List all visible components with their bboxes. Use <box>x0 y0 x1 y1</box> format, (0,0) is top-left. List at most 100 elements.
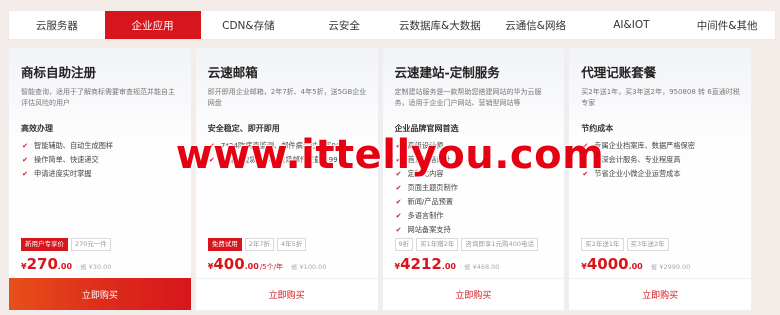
card-title: 代理记账套餐 <box>581 65 657 80</box>
price-value: 400 <box>213 255 245 273</box>
promo-badges: 买2年送1年 买3年送2年 <box>581 238 669 251</box>
price: ¥ 4000 .00 省 ¥2999.00 <box>581 255 690 273</box>
feature-text: 智能辅助、自动生成图样 <box>34 141 114 150</box>
product-card-bookkeeping: 代理记账套餐 买2年送1年，买3年送2年，950808 转 6直通时税专家 节约… <box>568 47 752 311</box>
card-section-title: 企业品牌官网首选 <box>394 124 459 133</box>
product-card-trademark: 商标自助注册 智能查询，适用于了解商标需要审查规范并能自主评估风险的用户 高效办… <box>8 47 192 311</box>
price: ¥ 400 .00 /5个/年 省 ¥100.00 <box>208 255 327 273</box>
promo-badge: 免费试用 <box>207 238 242 251</box>
tab-cloud-server[interactable]: 云服务器 <box>9 11 105 39</box>
price-decimal: .00 <box>628 262 643 271</box>
feature-text: 7*24防病毒监测、邮件病毒过滤率99% <box>220 141 348 150</box>
tab-cdn-storage[interactable]: CDN&存储 <box>201 11 297 39</box>
promo-badge: 咨询即享1元购400电话 <box>461 238 538 251</box>
feature-text: 定制化内容 <box>407 169 444 178</box>
feature-item: ✔ 新闻/产品预置 <box>395 195 555 209</box>
tab-enterprise-apps[interactable]: 企业应用 <box>104 11 201 39</box>
price-saving: 省 ¥468.00 <box>464 263 500 271</box>
check-icon: ✔ <box>208 156 215 164</box>
promo-badges: 免费试用 2年7折 4年5折 <box>207 238 307 251</box>
check-icon: ✔ <box>395 226 402 234</box>
promo-badge: 买3年送2年 <box>626 238 669 251</box>
card-desc: 即开即用企业邮箱，2年7折、4年5折，送5GB企业网盘 <box>207 88 367 107</box>
feature-text: 页面主题页制作 <box>407 183 458 192</box>
feature-text: 操作简单、快速递交 <box>34 155 99 164</box>
feature-item: ✔ 节省企业小微企业运营成本 <box>581 167 741 181</box>
check-icon: ✔ <box>395 142 402 150</box>
feature-item: ✔ 网站备案支持 <box>395 223 555 237</box>
tab-ai-iot[interactable]: AI&IOT <box>584 11 680 39</box>
price-decimal: .00 <box>57 262 73 271</box>
check-icon: ✔ <box>395 170 402 178</box>
feature-item: ✔ 专属企业档案库、数据严格保密 <box>581 139 741 153</box>
check-icon: ✔ <box>395 184 402 192</box>
price: ¥ 270 .00 省 ¥30.00 <box>21 255 111 273</box>
check-icon: ✔ <box>208 142 215 150</box>
card-title: 云速建站-定制服务 <box>394 65 500 80</box>
feature-item: ✔ 操作简单、快速递交 <box>21 153 181 167</box>
feature-item: ✔ 页面主题页制作 <box>395 181 555 195</box>
price-saving: 省 ¥30.00 <box>80 263 112 271</box>
price-value: 270 <box>26 255 58 273</box>
check-icon: ✔ <box>582 156 589 164</box>
check-icon: ✔ <box>395 156 402 164</box>
category-tabs: 云服务器 企业应用 CDN&存储 云安全 云数据库&大数据 云通信&网络 AI&… <box>8 10 776 40</box>
promo-badge: 4年5折 <box>277 238 307 251</box>
tab-communication-network[interactable]: 云通信&网络 <box>488 11 584 39</box>
feature-text: 多语言制作 <box>407 211 444 220</box>
promo-badge: 270元一件 <box>71 238 111 251</box>
card-desc: 定制建站服务是一款帮助您搭建网站的华为云服务，适用于企业门户网站、营销型网站等 <box>394 88 542 107</box>
feature-text: 申请进度实时掌握 <box>34 169 92 178</box>
promo-badge: 新用户专享价 <box>21 238 68 251</box>
tab-cloud-security[interactable]: 云安全 <box>296 11 392 39</box>
check-icon: ✔ <box>395 198 402 206</box>
feature-item: ✔ 智能反垃圾技术、垃圾邮件拦截率99% <box>208 153 368 167</box>
feature-text: 节省企业小微企业运营成本 <box>594 169 681 178</box>
feature-item: ✔ 首页风格设计 <box>395 153 555 167</box>
tab-database-bigdata[interactable]: 云数据库&大数据 <box>392 11 488 39</box>
card-title: 商标自助注册 <box>21 65 97 80</box>
promo-badge: 买1年赠2年 <box>416 238 459 251</box>
feature-text: 智能反垃圾技术、垃圾邮件拦截率99% <box>220 155 345 164</box>
card-section-title: 节约成本 <box>581 124 614 133</box>
feature-text: 高级设计师 <box>407 141 444 150</box>
price-saving: 省 ¥100.00 <box>290 263 327 271</box>
feature-text: 专属企业档案库、数据严格保密 <box>594 141 695 150</box>
feature-text: 网站备案支持 <box>407 225 451 234</box>
feature-text: 首页风格设计 <box>407 155 451 164</box>
tab-middleware-other[interactable]: 中间件&其他 <box>679 11 775 39</box>
check-icon: ✔ <box>22 142 28 150</box>
feature-text: 资深会计服务、专业程度高 <box>594 155 681 164</box>
feature-item: ✔ 智能辅助、自动生成图样 <box>21 139 181 153</box>
feature-item: ✔ 定制化内容 <box>395 167 555 181</box>
price-value: 4212 <box>400 255 442 273</box>
feature-item: ✔ 多语言制作 <box>395 209 555 223</box>
feature-list: ✔ 7*24防病毒监测、邮件病毒过滤率99% ✔ 智能反垃圾技术、垃圾邮件拦截率99… <box>208 139 368 167</box>
promo-badges: 9折 买1年赠2年 咨询即享1元购400电话 <box>394 238 538 251</box>
promo-badge: 9折 <box>394 238 414 251</box>
card-desc: 智能查询，适用于了解商标需要审查规范并能自主评估风险的用户 <box>21 88 175 107</box>
feature-list: ✔ 智能辅助、自动生成图样 ✔ 操作简单、快速递交 ✔ 申请进度实时掌握 <box>21 139 181 181</box>
promo-badge: 买2年送1年 <box>581 238 624 251</box>
check-icon: ✔ <box>582 142 589 150</box>
card-desc: 买2年送1年，买3年送2年，950808 转 6直通时税专家 <box>581 88 740 107</box>
product-cards: 商标自助注册 智能查询，适用于了解商标需要审查规范并能自主评估风险的用户 高效办… <box>8 47 752 311</box>
feature-item: ✔ 申请进度实时掌握 <box>21 167 181 181</box>
buy-now-button[interactable]: 立即购买 <box>382 278 565 310</box>
feature-text: 新闻/产品预置 <box>407 197 454 206</box>
price-saving: 省 ¥2999.00 <box>650 263 691 271</box>
buy-now-button[interactable]: 立即购买 <box>195 278 378 310</box>
price: ¥ 4212 .00 省 ¥468.00 <box>395 255 500 273</box>
price-unit: /5个/年 <box>259 263 283 271</box>
price-value: 4000 <box>586 255 629 273</box>
feature-item: ✔ 高级设计师 <box>395 139 555 153</box>
check-icon: ✔ <box>22 170 28 178</box>
feature-item: ✔ 7*24防病毒监测、邮件病毒过滤率99% <box>208 139 368 153</box>
buy-now-button[interactable]: 立即购买 <box>9 278 191 310</box>
price-decimal: .00 <box>244 262 259 271</box>
card-section-title: 高效办理 <box>21 124 53 133</box>
check-icon: ✔ <box>22 156 28 164</box>
feature-item: ✔ 资深会计服务、专业程度高 <box>581 153 741 167</box>
buy-now-button[interactable]: 立即购买 <box>569 278 751 310</box>
promo-badges: 新用户专享价 270元一件 <box>21 238 111 251</box>
